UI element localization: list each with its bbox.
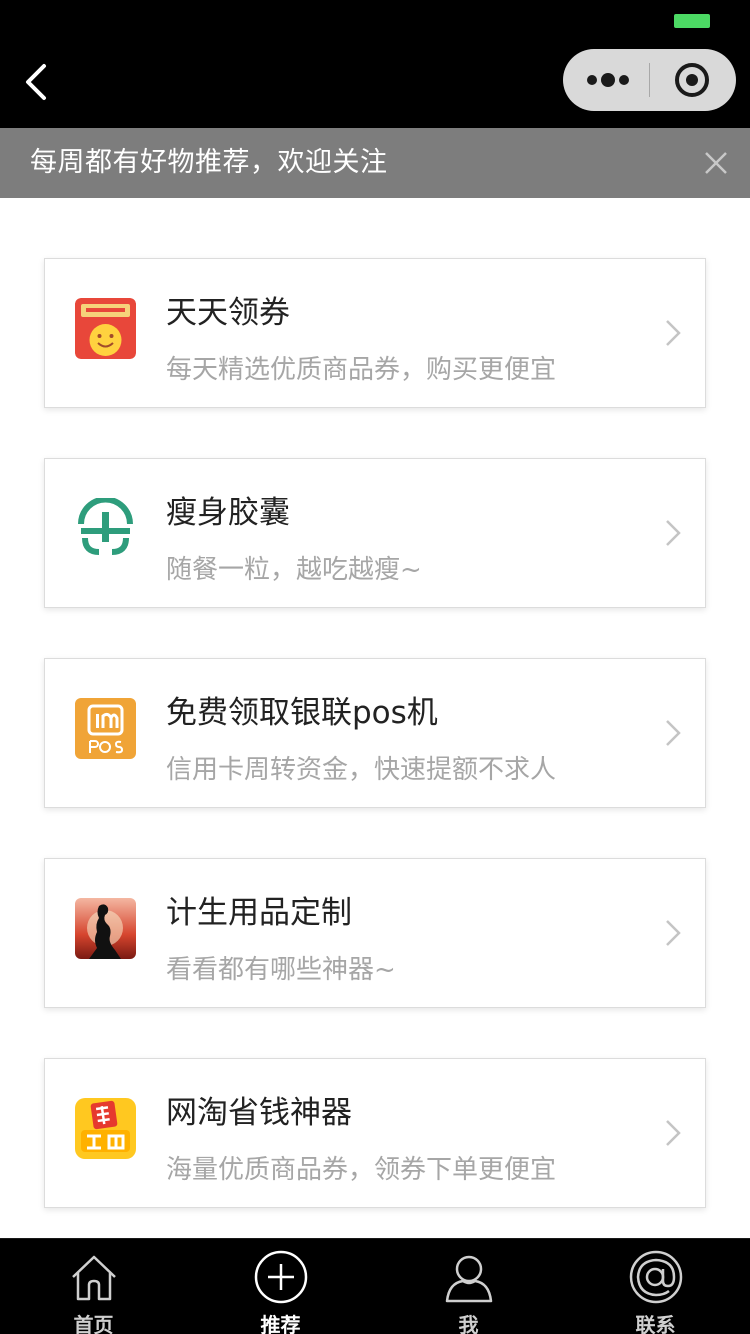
more-dots-icon [587, 73, 629, 87]
silhouette-icon [75, 898, 136, 959]
tab-label: 首页 [73, 1313, 114, 1334]
item-description: 信用卡周转资金，快速提额不求人 [166, 755, 557, 785]
item-title: 网淘省钱神器 [166, 1095, 352, 1131]
notice-banner: 每周都有好物推荐，欢迎关注 [0, 128, 750, 198]
list-item[interactable]: 网淘省钱神器 海量优质商品券，领券下单更便宜 [44, 1058, 706, 1208]
chevron-right-icon [666, 720, 681, 746]
list-item[interactable]: 天天领券 每天精选优质商品券，购买更便宜 [44, 258, 706, 408]
item-description: 每天精选优质商品券，购买更便宜 [166, 355, 557, 385]
pos-icon [75, 698, 136, 759]
tab-bar: 首页 推荐 我 联系 [0, 1238, 750, 1334]
list-item[interactable]: 免费领取银联pos机 信用卡周转资金，快速提额不求人 [44, 658, 706, 808]
list-item[interactable]: 计生用品定制 看看都有哪些神器~ [44, 858, 706, 1008]
page: 每周都有好物推荐，欢迎关注 天天领券 每天精选优质商品券，购买更便宜 瘦身胶囊 … [0, 0, 750, 1334]
list-item[interactable]: 瘦身胶囊 随餐一粒，越吃越瘦~ [44, 458, 706, 608]
item-title: 免费领取银联pos机 [166, 695, 438, 731]
notice-text: 每周都有好物推荐，欢迎关注 [30, 147, 388, 178]
plus-circle-icon [254, 1250, 307, 1304]
tab-label: 推荐 [260, 1313, 301, 1334]
battery-icon [674, 14, 710, 28]
user-icon [445, 1255, 492, 1303]
item-title: 计生用品定制 [166, 895, 352, 931]
item-title: 天天领券 [166, 295, 290, 331]
chevron-right-icon [666, 520, 681, 546]
notice-close-button[interactable] [700, 147, 732, 179]
exit-miniprogram-button[interactable] [650, 49, 736, 111]
home-icon [71, 1255, 116, 1301]
tab-recommend[interactable]: 推荐 [187, 1239, 374, 1334]
item-description: 随餐一粒，越吃越瘦~ [166, 555, 422, 585]
chevron-right-icon [666, 1120, 681, 1146]
tab-label: 联系 [635, 1313, 676, 1334]
item-description: 海量优质商品券，领券下单更便宜 [166, 1155, 557, 1185]
item-title: 瘦身胶囊 [166, 495, 290, 531]
more-button[interactable] [563, 49, 649, 111]
coupon-face-icon [75, 298, 136, 359]
chevron-right-icon [666, 920, 681, 946]
slim-logo-icon [75, 498, 136, 559]
tab-home[interactable]: 首页 [0, 1239, 187, 1334]
item-description: 看看都有哪些神器~ [166, 955, 396, 985]
tab-me[interactable]: 我 [375, 1239, 562, 1334]
target-circle-icon [675, 63, 709, 97]
back-button[interactable] [14, 58, 62, 106]
chevron-right-icon [666, 320, 681, 346]
at-sign-icon [629, 1250, 682, 1304]
close-icon [705, 152, 727, 174]
tab-label: 我 [458, 1313, 479, 1334]
navigation-bar [0, 0, 750, 128]
tab-contact[interactable]: 联系 [562, 1239, 749, 1334]
discount-badge-icon [75, 1098, 136, 1159]
menu-capsule [563, 49, 736, 111]
chevron-left-icon [26, 64, 46, 100]
